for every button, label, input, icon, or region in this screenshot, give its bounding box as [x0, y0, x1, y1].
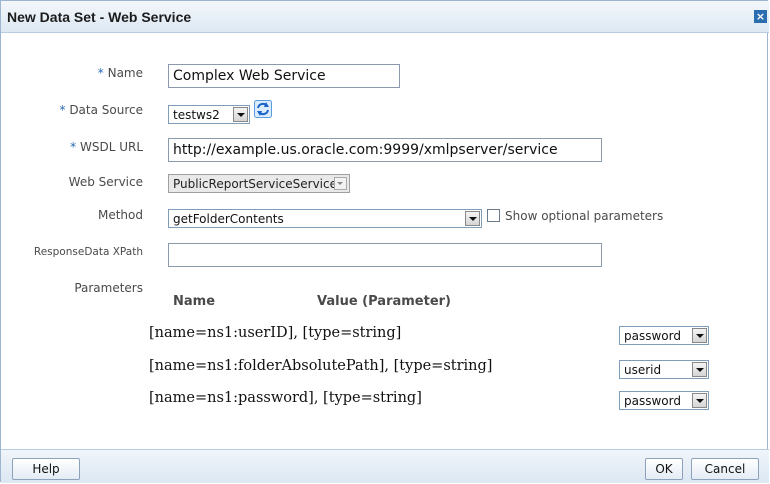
param-name-header: Name — [173, 294, 216, 309]
param-row-name: [name=ns1:userID], [type=string] — [149, 325, 402, 341]
refresh-icon[interactable] — [254, 100, 272, 118]
param-value-header: Value (Parameter) — [317, 294, 451, 309]
ok-button[interactable]: OK — [645, 458, 683, 480]
data-source-value: testws2 — [173, 108, 220, 122]
chevron-down-icon[interactable] — [465, 211, 480, 226]
name-input[interactable]: Complex Web Service — [168, 64, 400, 88]
close-icon[interactable]: × — [754, 10, 767, 23]
wsdl-url-label: * WSDL URL — [70, 140, 143, 154]
dialog-footer: Help OK Cancel — [1, 449, 769, 483]
response-xpath-label: ResponseData XPath — [33, 246, 143, 258]
response-xpath-input[interactable] — [168, 243, 602, 267]
show-optional-parameters-label[interactable]: Show optional parameters — [505, 209, 663, 223]
name-label: * Name — [97, 66, 143, 80]
param-value-select[interactable]: password — [619, 326, 709, 345]
new-data-set-dialog: New Data Set - Web Service × * Name Comp… — [0, 0, 769, 483]
param-row-name: [name=ns1:password], [type=string] — [149, 390, 422, 406]
param-value-select[interactable]: userid — [619, 360, 709, 379]
chevron-down-icon[interactable] — [692, 362, 707, 377]
data-source-select[interactable]: testws2 — [168, 105, 250, 124]
chevron-down-icon[interactable] — [334, 177, 347, 190]
method-value: getFolderContents — [173, 212, 284, 226]
web-service-select[interactable]: PublicReportServiceService — [168, 174, 350, 193]
parameters-label: Parameters — [74, 281, 143, 295]
data-source-label: * Data Source — [59, 103, 143, 117]
wsdl-url-input[interactable]: http://example.us.oracle.com:9999/xmlpse… — [168, 138, 602, 162]
chevron-down-icon[interactable] — [233, 107, 248, 122]
web-service-value: PublicReportServiceService — [173, 177, 337, 191]
chevron-down-icon[interactable] — [692, 328, 707, 343]
help-button[interactable]: Help — [12, 458, 80, 480]
chevron-down-icon[interactable] — [692, 393, 707, 408]
method-select[interactable]: getFolderContents — [168, 209, 482, 228]
param-row-name: [name=ns1:folderAbsolutePath], [type=str… — [149, 358, 493, 374]
method-label: Method — [97, 208, 143, 222]
cancel-button[interactable]: Cancel — [691, 458, 759, 480]
web-service-label: Web Service — [68, 175, 143, 189]
dialog-title: New Data Set - Web Service — [7, 9, 192, 25]
param-value-select[interactable]: password — [619, 391, 709, 410]
show-optional-parameters-checkbox[interactable] — [487, 209, 500, 222]
dialog-titlebar[interactable]: New Data Set - Web Service × — [1, 1, 769, 33]
